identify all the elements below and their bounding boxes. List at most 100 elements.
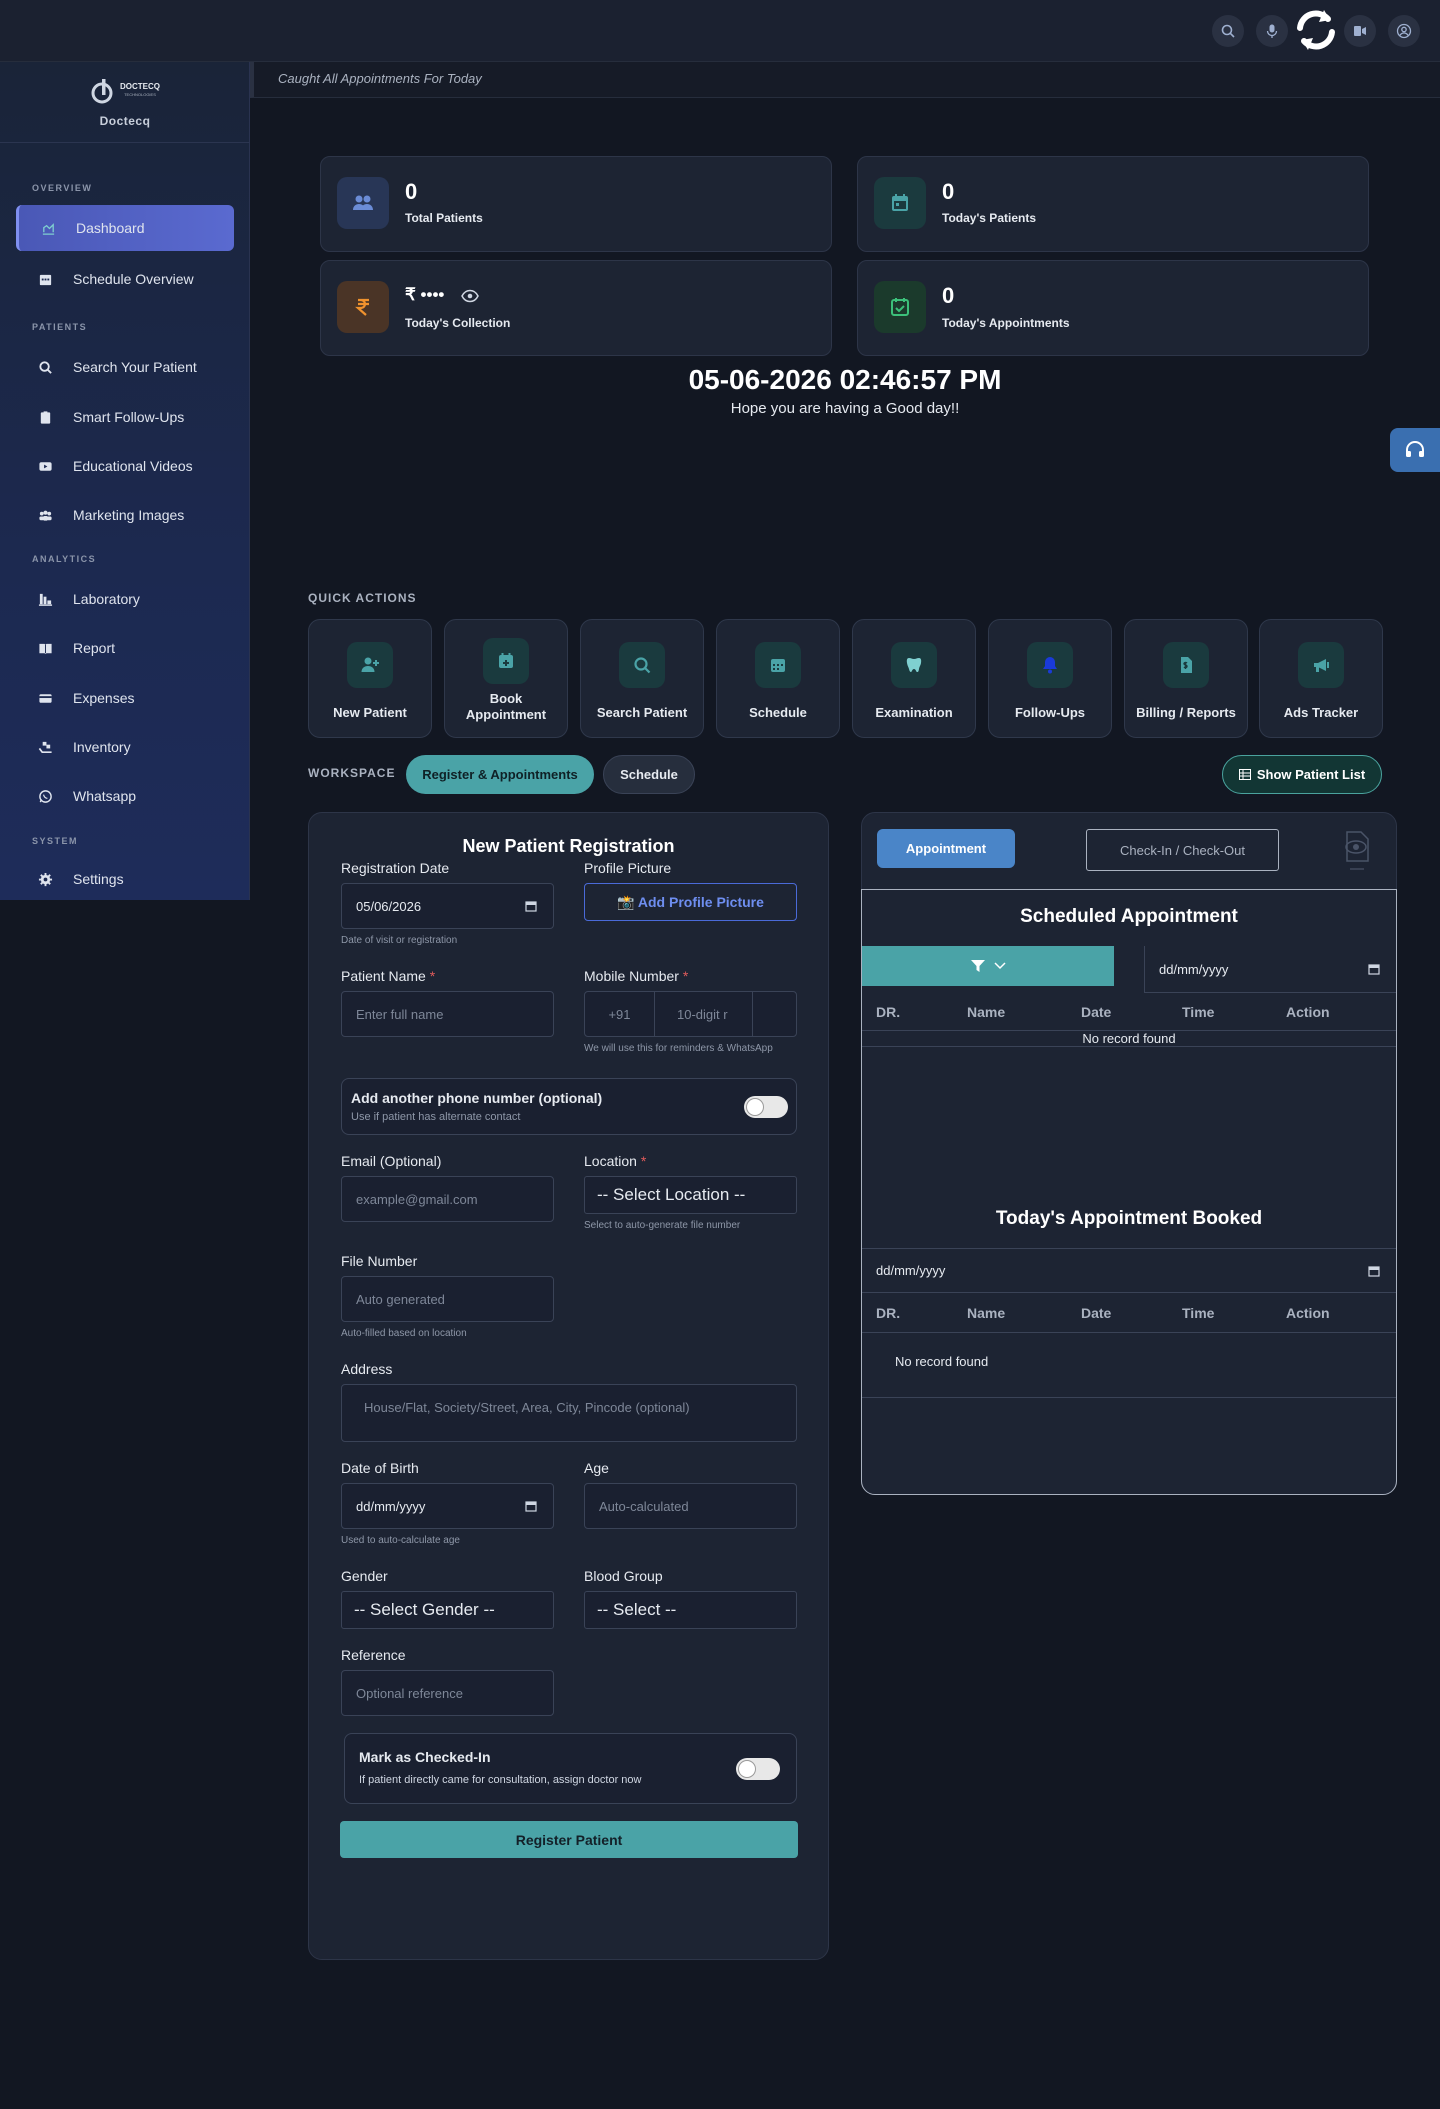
- reference-input[interactable]: Optional reference: [341, 1670, 554, 1716]
- microphone-icon[interactable]: [1256, 15, 1288, 47]
- search-icon: [39, 360, 52, 374]
- stat-card-todays-appointments[interactable]: 0 Today's Appointments: [857, 260, 1369, 356]
- show-patient-list-button[interactable]: Show Patient List: [1222, 755, 1382, 794]
- quick-action-follow-ups[interactable]: Follow-Ups: [988, 619, 1112, 738]
- stat-card-todays-patients[interactable]: 0 Today's Patients: [857, 156, 1369, 252]
- col-dr: DR.: [876, 1004, 901, 1020]
- dob-value: dd/mm/yyyy: [356, 1498, 426, 1514]
- scheduled-date-value: dd/mm/yyyy: [1159, 961, 1229, 977]
- col-name: Name: [967, 1004, 1006, 1020]
- tab-schedule[interactable]: Schedule: [603, 755, 695, 794]
- sidebar-item-label: Report: [73, 640, 116, 656]
- country-code-select[interactable]: +91: [585, 992, 655, 1036]
- quick-action-search-patient[interactable]: Search Patient: [580, 619, 704, 738]
- sidebar-item-search-patient[interactable]: Search Your Patient: [16, 344, 234, 390]
- todays-date-input[interactable]: dd/mm/yyyy: [862, 1249, 1396, 1293]
- patient-name-label: Patient Name *: [341, 968, 436, 984]
- sidebar-item-label: Whatsapp: [73, 788, 137, 804]
- rupee-icon: [337, 281, 389, 333]
- whatsapp-icon: [39, 789, 52, 803]
- col-date: Date: [1081, 1004, 1112, 1020]
- quick-action-ads-tracker[interactable]: Ads Tracker: [1259, 619, 1383, 738]
- filter-dropdown[interactable]: [862, 946, 1114, 986]
- sidebar-item-laboratory[interactable]: Laboratory: [16, 576, 234, 622]
- brand[interactable]: DOCTECQ TECHNOLOGIES Doctecq: [0, 76, 250, 128]
- location-select[interactable]: -- Select Location --: [584, 1176, 797, 1214]
- alt-phone-toggle[interactable]: [744, 1096, 788, 1118]
- calendar-icon[interactable]: [1368, 1265, 1380, 1277]
- sidebar-item-expenses[interactable]: Expenses: [16, 675, 234, 721]
- file-number-label: File Number: [341, 1253, 418, 1269]
- email-input[interactable]: example@gmail.com: [341, 1176, 554, 1222]
- quick-action-new-patient[interactable]: New Patient: [308, 619, 432, 738]
- sidebar-item-inventory[interactable]: Inventory: [16, 724, 234, 770]
- todays-date-value: dd/mm/yyyy: [876, 1263, 946, 1278]
- stat-label: Today's Collection: [405, 316, 511, 330]
- search-icon[interactable]: [1212, 15, 1244, 47]
- blood-group-select[interactable]: -- Select --: [584, 1591, 797, 1629]
- mobile-number-input[interactable]: 10-digit r: [655, 992, 753, 1036]
- location-help: Select to auto-generate file number: [584, 1220, 741, 1231]
- quick-action-billing-reports[interactable]: Billing / Reports: [1124, 619, 1248, 738]
- tab-appointment[interactable]: Appointment: [877, 829, 1015, 868]
- patient-name-input[interactable]: Enter full name: [341, 991, 554, 1037]
- mobile-number-group: +91 10-digit r: [584, 991, 797, 1037]
- scheduled-date-input[interactable]: dd/mm/yyyy: [1144, 946, 1396, 993]
- workspace-label: WORKSPACE: [308, 766, 396, 780]
- support-button[interactable]: [1390, 428, 1440, 472]
- brand-name: Doctecq: [99, 114, 151, 128]
- divider: [862, 1397, 1396, 1398]
- calendar-icon[interactable]: [1368, 963, 1380, 975]
- calendar-icon[interactable]: [525, 1500, 537, 1512]
- quick-action-book-appointment[interactable]: Book Appointment: [444, 619, 568, 738]
- dob-input[interactable]: dd/mm/yyyy: [341, 1483, 554, 1529]
- checked-in-toggle[interactable]: [736, 1758, 780, 1780]
- reference-label: Reference: [341, 1647, 406, 1663]
- calendar-icon[interactable]: [525, 900, 537, 912]
- age-input[interactable]: Auto-calculated: [584, 1483, 797, 1529]
- sidebar-item-educational-videos[interactable]: Educational Videos: [16, 443, 234, 489]
- registration-date-input[interactable]: 05/06/2026: [341, 883, 554, 929]
- quick-action-label: Search Patient: [596, 705, 688, 720]
- col-time: Time: [1182, 1004, 1215, 1020]
- stat-card-total-patients[interactable]: 0 Total Patients: [320, 156, 832, 252]
- view-document-icon[interactable]: [1342, 829, 1372, 871]
- address-label: Address: [341, 1361, 393, 1377]
- logo-wordmark: DOCTECQ: [120, 82, 160, 91]
- sidebar-item-smart-follow-ups[interactable]: Smart Follow-Ups: [16, 394, 234, 440]
- tab-check-in-check-out[interactable]: Check-In / Check-Out: [1086, 829, 1279, 871]
- sidebar-item-report[interactable]: Report: [16, 625, 234, 671]
- chevron-down-icon: [994, 962, 1006, 970]
- sidebar-item-settings[interactable]: Settings: [16, 856, 234, 902]
- alt-phone-subtitle: Use if patient has alternate contact: [351, 1111, 521, 1123]
- refresh-icon[interactable]: [1290, 4, 1342, 56]
- todays-table-header: DR. Name Date Time Action: [862, 1293, 1396, 1333]
- add-profile-picture-button[interactable]: 📸 Add Profile Picture: [584, 883, 797, 921]
- register-patient-button[interactable]: Register Patient: [340, 1821, 798, 1858]
- file-number-help: Auto-filled based on location: [341, 1328, 467, 1339]
- quick-action-label: Schedule: [749, 705, 807, 720]
- tab-register-appointments[interactable]: Register & Appointments: [406, 755, 594, 794]
- sidebar-item-schedule-overview[interactable]: Schedule Overview: [16, 256, 234, 302]
- stat-value: 0: [942, 179, 955, 204]
- stat-card-todays-collection[interactable]: ₹ •••• Today's Collection: [320, 260, 832, 356]
- address-textarea[interactable]: House/Flat, Society/Street, Area, City, …: [341, 1384, 797, 1442]
- quick-action-schedule[interactable]: Schedule: [716, 619, 840, 738]
- file-number-input[interactable]: Auto generated: [341, 1276, 554, 1322]
- voice-command-icon[interactable]: [1344, 15, 1376, 47]
- current-datetime: 05-06-2026 02:46:57 PM: [688, 364, 1002, 395]
- sidebar-item-label: Search Your Patient: [73, 359, 197, 375]
- sidebar-item-dashboard[interactable]: Dashboard: [16, 205, 234, 251]
- user-account-icon[interactable]: [1388, 15, 1420, 47]
- sidebar-item-whatsapp[interactable]: Whatsapp: [16, 773, 234, 819]
- todays-appointment-title: Today's Appointment Booked: [995, 1208, 1263, 1229]
- quick-action-examination[interactable]: Examination: [852, 619, 976, 738]
- location-label-text: Location: [584, 1153, 637, 1169]
- sidebar-item-label: Laboratory: [73, 591, 140, 607]
- gender-select[interactable]: -- Select Gender --: [341, 1591, 554, 1629]
- sidebar-item-label: Educational Videos: [73, 458, 193, 474]
- eye-icon[interactable]: [461, 289, 479, 303]
- sidebar-item-marketing-images[interactable]: Marketing Images: [16, 492, 234, 538]
- youtube-icon: [39, 461, 52, 471]
- list-icon: [1238, 769, 1251, 780]
